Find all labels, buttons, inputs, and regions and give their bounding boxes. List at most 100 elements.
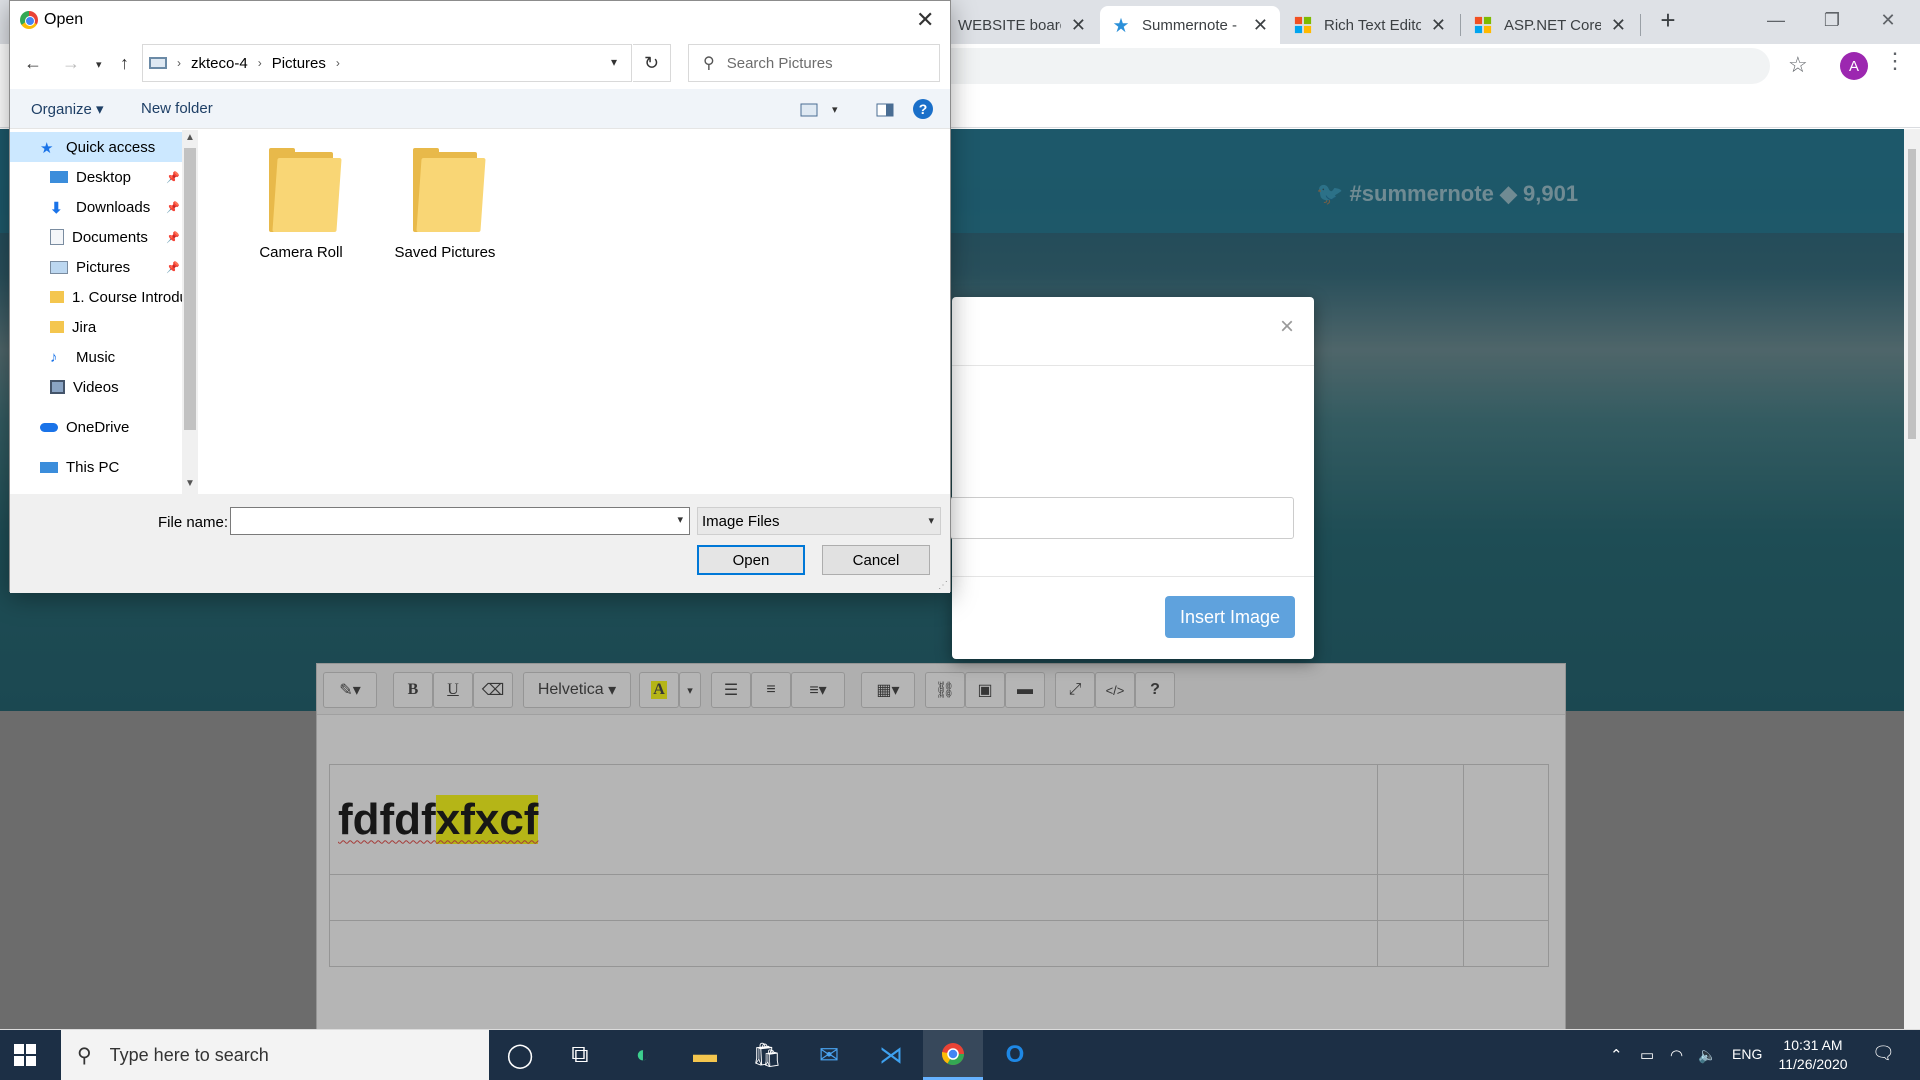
back-arrow-icon[interactable]: ←	[24, 53, 42, 74]
scrollbar-thumb[interactable]	[1908, 149, 1916, 439]
nav-onedrive[interactable]: OneDrive	[10, 412, 182, 442]
help-icon[interactable]: ?	[913, 99, 933, 119]
folder-item[interactable]: Saved Pictures	[380, 148, 510, 261]
nav-downloads[interactable]: ⬇ Downloads 📌	[10, 192, 182, 222]
resize-grip-icon[interactable]: ⋰	[938, 580, 948, 591]
forward-arrow-icon[interactable]: →	[62, 53, 80, 74]
menu-icon[interactable]: ⋮	[1884, 50, 1906, 72]
file-type-select[interactable]: Image Files ▾	[697, 507, 941, 535]
tab-rich-text-editor[interactable]: Rich Text Editor ✕	[1282, 6, 1458, 44]
pin-icon[interactable]: 📌	[166, 201, 180, 214]
documents-icon	[50, 229, 64, 245]
scroll-up-icon[interactable]: ▲	[185, 132, 195, 143]
chrome-icon[interactable]	[923, 1030, 983, 1080]
battery-icon[interactable]: ▭	[1640, 1046, 1654, 1064]
windows-icon	[1294, 16, 1312, 34]
folder-icon	[50, 291, 64, 303]
up-arrow-icon[interactable]: ↑	[120, 53, 129, 74]
open-file-dialog: Open ✕ ← → ▾ ↑ › zkteco-4 › Pictures › ▾…	[9, 0, 951, 593]
nav-quick-access[interactable]: ★ Quick access	[10, 132, 182, 162]
nav-pane-scrollbar[interactable]: ▲ ▼	[182, 130, 198, 494]
chevron-up-icon[interactable]: ⌃	[1610, 1046, 1623, 1064]
task-view-icon[interactable]: ⧉	[550, 1030, 610, 1080]
volume-icon[interactable]: 🔈	[1698, 1046, 1717, 1064]
pc-icon	[40, 461, 58, 473]
language-indicator[interactable]: ENG	[1732, 1046, 1762, 1062]
tab-title: WEBSITE board	[958, 16, 1061, 34]
scroll-down-icon[interactable]: ▼	[185, 478, 195, 489]
wifi-icon[interactable]: ◠	[1670, 1046, 1683, 1064]
breadcrumb-item[interactable]: zkteco-4	[191, 55, 248, 72]
vscode-icon[interactable]: ⋊	[861, 1030, 921, 1080]
close-icon[interactable]: ✕	[1611, 15, 1626, 36]
organize-button[interactable]: Organize ▾	[31, 100, 104, 118]
outlook-icon[interactable]: O	[985, 1030, 1045, 1080]
chevron-right-icon: ›	[257, 56, 262, 70]
system-clock[interactable]: 10:31 AM 11/26/2020	[1768, 1036, 1858, 1074]
refresh-icon[interactable]: ↻	[633, 44, 671, 82]
nav-desktop[interactable]: Desktop 📌	[10, 162, 182, 192]
tab-website-board[interactable]: WEBSITE board ✕	[946, 6, 1098, 44]
preview-pane-icon[interactable]	[876, 103, 894, 117]
new-tab-button[interactable]: +	[1640, 0, 1696, 40]
open-button[interactable]: Open	[697, 545, 805, 575]
minimize-button[interactable]: —	[1748, 0, 1804, 40]
insert-image-button[interactable]: Insert Image	[1165, 596, 1295, 638]
tab-aspnet-core[interactable]: ASP.NET Core I ✕	[1462, 6, 1638, 44]
scrollbar-thumb[interactable]	[184, 148, 196, 430]
nav-course-intro[interactable]: 1. Course Introdu	[10, 282, 182, 312]
nav-label: 1. Course Introdu	[72, 288, 182, 306]
clock-date: 11/26/2020	[1778, 1056, 1848, 1072]
cancel-button[interactable]: Cancel	[822, 545, 930, 575]
address-bar[interactable]	[920, 48, 1770, 84]
nav-label: Downloads	[76, 198, 151, 216]
new-folder-button[interactable]: New folder	[141, 100, 213, 117]
nav-label: Desktop	[76, 168, 132, 186]
search-input[interactable]: ⚲ Search Pictures	[688, 44, 940, 82]
bookmark-star-icon[interactable]: ☆	[1788, 52, 1808, 78]
folder-item[interactable]: Camera Roll	[236, 148, 366, 261]
close-icon[interactable]: ×	[1280, 313, 1294, 341]
cortana-icon[interactable]: ◯	[490, 1030, 550, 1080]
close-icon[interactable]: ✕	[1071, 15, 1086, 36]
mail-icon[interactable]: ✉	[799, 1030, 859, 1080]
taskbar-search-input[interactable]: ⚲ Type here to search	[61, 1030, 489, 1080]
pin-icon[interactable]: 📌	[166, 261, 180, 274]
close-icon[interactable]: ✕	[1431, 15, 1446, 36]
page-scrollbar[interactable]	[1904, 129, 1920, 1029]
notifications-icon[interactable]: 🗨	[1872, 1043, 1895, 1064]
close-icon[interactable]: ✕	[916, 7, 934, 33]
file-name-input[interactable]: ▾	[230, 507, 690, 535]
folder-label: Saved Pictures	[394, 244, 496, 261]
pin-icon[interactable]: 📌	[166, 231, 180, 244]
folder-icon	[269, 148, 342, 232]
restore-button[interactable]: ❐	[1804, 0, 1860, 40]
view-options-icon[interactable]	[800, 103, 818, 117]
address-breadcrumb[interactable]: › zkteco-4 › Pictures › ▾	[142, 44, 632, 82]
tab-summernote[interactable]: Summernote - ✕	[1100, 6, 1280, 44]
store-icon[interactable]: 🛍	[737, 1030, 797, 1080]
file-type-value: Image Files	[702, 513, 780, 530]
chevron-down-icon[interactable]: ▾	[677, 513, 683, 526]
chevron-down-icon[interactable]: ▾	[611, 55, 617, 69]
nav-this-pc[interactable]: This PC	[10, 452, 182, 482]
windows-start-icon[interactable]	[14, 1044, 36, 1066]
file-explorer-icon[interactable]: ▬	[675, 1030, 735, 1080]
breadcrumb-item[interactable]: Pictures	[272, 55, 326, 72]
close-window-button[interactable]: ✕	[1860, 0, 1916, 40]
nav-documents[interactable]: Documents 📌	[10, 222, 182, 252]
chevron-down-icon[interactable]: ▾	[832, 103, 838, 116]
download-icon: ⬇	[50, 200, 63, 217]
profile-avatar[interactable]: A	[1840, 52, 1868, 80]
nav-videos[interactable]: Videos	[10, 372, 182, 402]
pin-icon[interactable]: 📌	[166, 171, 180, 184]
image-url-input[interactable]	[950, 497, 1294, 539]
nav-pictures[interactable]: Pictures 📌	[10, 252, 182, 282]
folder-icon	[413, 148, 486, 232]
nav-music[interactable]: ♪ Music	[10, 342, 182, 372]
close-icon[interactable]: ✕	[1253, 15, 1268, 36]
nav-jira[interactable]: Jira	[10, 312, 182, 342]
edge-icon[interactable]: ◐	[613, 1030, 673, 1080]
summernote-icon	[1113, 17, 1129, 33]
recent-locations-icon[interactable]: ▾	[96, 58, 102, 71]
